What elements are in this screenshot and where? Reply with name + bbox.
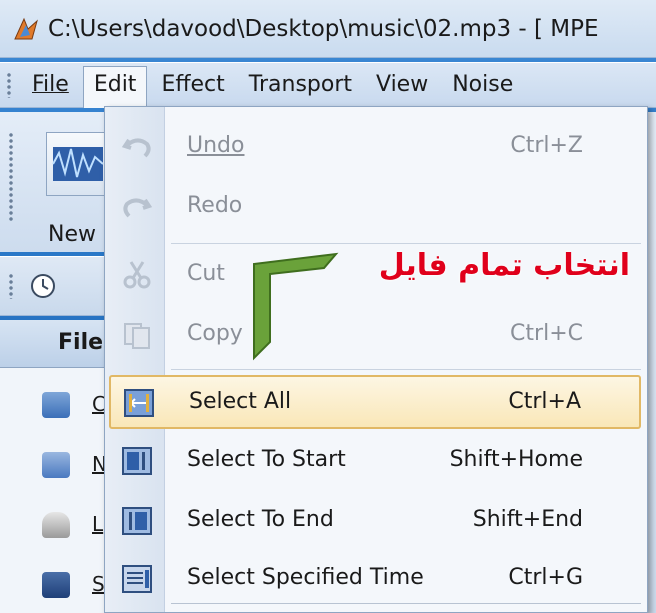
select-to-end-icon <box>121 506 153 536</box>
menu-item-redo[interactable]: Redo <box>109 181 641 235</box>
menu-separator <box>171 603 641 604</box>
menu-item-undo[interactable]: Undo Ctrl+Z <box>109 121 641 175</box>
secondary-toolbar <box>0 256 120 316</box>
window-title: C:\Users\davood\Desktop\music\02.mp3 - [… <box>48 15 599 42</box>
menu-item-select-specified-time[interactable]: Select Specified Time Ctrl+G <box>109 553 641 607</box>
menu-view[interactable]: View <box>366 65 438 105</box>
panel-item-open[interactable]: C <box>42 386 112 426</box>
cut-icon <box>121 260 153 290</box>
menu-file[interactable]: File <box>22 65 79 105</box>
menu-item-select-to-start[interactable]: Select To Start Shift+Home <box>109 435 641 489</box>
redo-icon <box>121 192 153 222</box>
panel-item-load[interactable]: L <box>42 506 112 546</box>
toolbar-grip[interactable] <box>8 132 14 222</box>
disc-icon <box>42 512 70 538</box>
new-icon <box>42 452 70 478</box>
select-all-icon <box>123 388 155 418</box>
menu-noise[interactable]: Noise <box>442 65 523 105</box>
menu-transport[interactable]: Transport <box>239 65 362 105</box>
file-panel-header: File <box>0 320 120 368</box>
menu-separator <box>171 369 641 370</box>
undo-icon <box>121 132 153 162</box>
panel-item-new[interactable]: N <box>42 446 112 486</box>
new-button-label: New <box>48 222 96 247</box>
file-panel: File C N L S <box>0 320 120 613</box>
app-icon <box>12 15 40 43</box>
save-icon <box>42 572 70 598</box>
menu-item-select-to-end[interactable]: Select To End Shift+End <box>109 495 641 549</box>
select-to-start-icon <box>121 446 153 476</box>
toolbar2-grip[interactable] <box>8 273 14 299</box>
menu-item-select-all[interactable]: Select All Ctrl+A <box>109 375 641 429</box>
menu-edit[interactable]: Edit <box>82 66 148 108</box>
menu-bar: File Edit Effect Transport View Noise <box>0 62 656 108</box>
menu-separator <box>171 243 641 244</box>
file-panel-title: File <box>58 330 104 355</box>
menu-item-copy[interactable]: Copy Ctrl+C <box>109 309 641 363</box>
copy-icon <box>121 320 153 350</box>
annotation-label: انتخاب تمام فایل <box>378 248 630 283</box>
menubar-grip[interactable] <box>6 72 12 98</box>
menu-effect[interactable]: Effect <box>151 65 234 105</box>
annotation-arrow-icon <box>253 252 339 361</box>
clock-icon[interactable] <box>28 271 58 301</box>
panel-item-save[interactable]: S <box>42 566 112 606</box>
new-file-icon <box>46 132 110 196</box>
open-icon <box>42 392 70 418</box>
main-toolbar: New <box>0 112 120 252</box>
title-bar: C:\Users\davood\Desktop\music\02.mp3 - [… <box>0 0 656 58</box>
select-time-icon <box>121 564 153 594</box>
edit-menu-dropdown: Undo Ctrl+Z Redo Cut Copy Ctrl+C Select … <box>104 106 648 613</box>
